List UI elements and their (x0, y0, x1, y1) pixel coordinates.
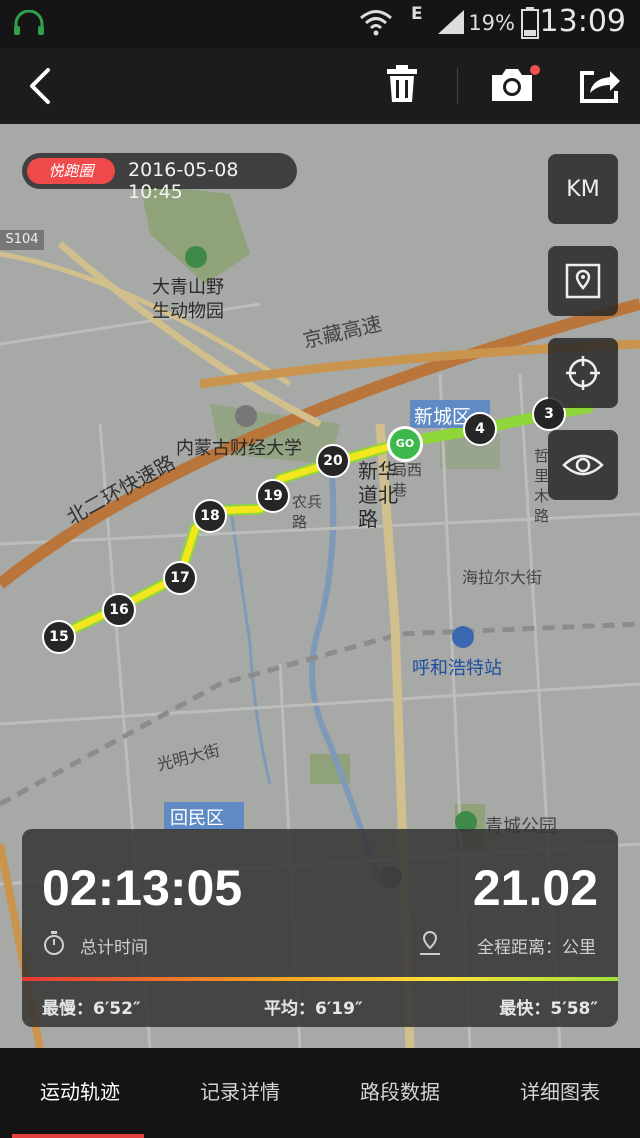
average-pace: 平均：6′19″ (264, 999, 363, 1019)
network-type: E (411, 4, 423, 24)
total-time-value: 02:13:05 (42, 860, 243, 916)
tab-track-label: 运动轨迹 (40, 1080, 120, 1104)
unit-label: KM (566, 176, 600, 202)
fastest-pace: 最快：5′58″ (499, 999, 598, 1019)
map-type-button[interactable] (548, 246, 618, 316)
signal-icon (438, 10, 464, 34)
distance-value: 21.02 (472, 860, 598, 916)
tab-record-details-label: 记录详情 (200, 1080, 280, 1104)
tab-segment-data-label: 路段数据 (360, 1080, 440, 1104)
map-label-juxi: 局西 巷 (392, 461, 423, 499)
tab-segment-data[interactable]: 路段数据 (320, 1048, 480, 1138)
battery-icon (521, 7, 539, 39)
brand-badge: 悦跑圈 (27, 158, 115, 184)
view-toggle-button[interactable] (548, 430, 618, 500)
tab-record-details[interactable]: 记录详情 (160, 1048, 320, 1138)
map-label-hailar: 海拉尔大街 (462, 568, 543, 587)
map-label-zheli: 哲 里 木 路 (534, 447, 550, 525)
share-button[interactable] (578, 63, 622, 105)
wifi-icon (360, 10, 392, 36)
km-marker-16[interactable]: 16 (102, 593, 136, 627)
total-time-label: 总计时间 (80, 938, 148, 958)
map-pin-icon (565, 263, 601, 299)
map-label-nongbing: 农兵 路 (292, 493, 323, 531)
km-marker-18[interactable]: 18 (193, 499, 227, 533)
tab-track[interactable]: 运动轨迹 (0, 1048, 160, 1138)
active-tab-indicator (12, 1134, 144, 1138)
locate-button[interactable] (548, 338, 618, 408)
bottom-tab-bar: 运动轨迹 记录详情 路段数据 详细图表 (0, 1048, 640, 1138)
delete-button[interactable] (384, 63, 420, 105)
battery-percent: 19% (468, 11, 515, 35)
camera-button[interactable] (488, 63, 540, 105)
km-marker-19[interactable]: 19 (256, 479, 290, 513)
eye-icon (562, 454, 604, 476)
km-marker-20[interactable]: 20 (316, 444, 350, 478)
unit-toggle-button[interactable]: KM (548, 154, 618, 224)
map-label-station: 呼和浩特站 (412, 658, 502, 679)
status-bar: E 19% 13:09 (0, 0, 640, 48)
stats-panel: 02:13:05 21.02 总计时间 全程距离：公里 最慢：6′52″ 平均：… (22, 829, 618, 1027)
slowest-pace: 最慢：6′52″ (42, 999, 141, 1019)
start-marker[interactable]: GO (387, 426, 423, 462)
map-label-zoo: 大青山野 生动物园 (152, 277, 224, 322)
km-marker-15[interactable]: 15 (42, 620, 76, 654)
km-marker-17[interactable]: 17 (163, 561, 197, 595)
pace-gradient-bar (22, 977, 618, 981)
toolbar-divider (457, 68, 458, 104)
session-info: 悦跑圈 2016-05-08 10:45 (22, 153, 297, 203)
stopwatch-icon (44, 931, 64, 955)
map-label-university: 内蒙古财经大学 (176, 438, 302, 459)
distance-label: 全程距离：公里 (477, 938, 596, 958)
back-button[interactable] (24, 66, 58, 106)
tab-detailed-charts-label: 详细图表 (520, 1080, 600, 1104)
headset-icon (14, 10, 44, 35)
km-marker-4[interactable]: 4 (463, 412, 497, 446)
tab-detailed-charts[interactable]: 详细图表 (480, 1048, 640, 1138)
map-label-huimin: 回民区 (170, 808, 224, 829)
top-bar (0, 48, 640, 124)
route-distance-icon (420, 930, 440, 955)
session-datetime: 2016-05-08 10:45 (128, 159, 239, 203)
clock: 13:09 (539, 4, 626, 39)
crosshair-icon (566, 356, 600, 390)
map-label-s104: S104 (5, 232, 39, 247)
